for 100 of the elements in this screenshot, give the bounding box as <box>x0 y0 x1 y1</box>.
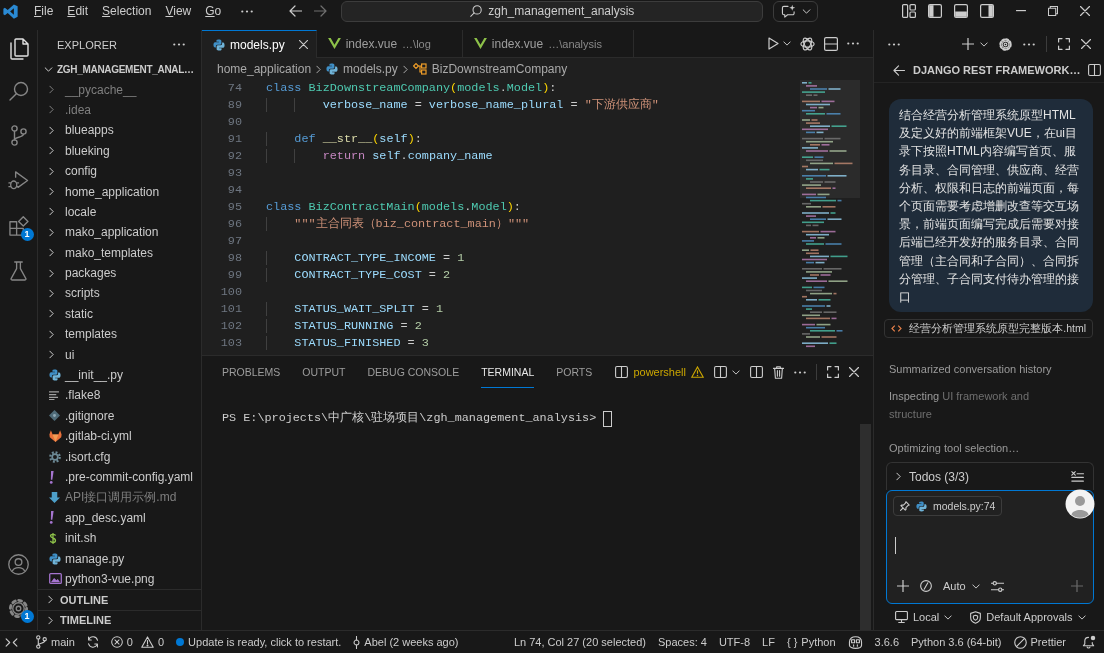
account-icon[interactable] <box>8 553 29 575</box>
folder-tree-item[interactable]: static <box>38 303 201 325</box>
split-pane-icon[interactable] <box>1088 64 1102 76</box>
status-item[interactable]: Python 3.6 (64-bit) <box>911 636 1002 648</box>
status-item[interactable]: Spaces: 4 <box>657 636 707 648</box>
menu-item[interactable]: Edit <box>60 1 96 21</box>
back-arrow-icon[interactable] <box>893 64 905 76</box>
extensions-icon[interactable] <box>8 215 29 236</box>
location-dropdown[interactable]: Local <box>895 611 953 623</box>
section-header[interactable]: OUTLINE <box>38 589 201 610</box>
folder-tree-item[interactable]: home_application <box>38 181 201 202</box>
status-item[interactable]: Ln 74, Col 27 (20 selected) <box>513 636 646 648</box>
restore-icon[interactable] <box>1048 6 1058 16</box>
close-icon[interactable] <box>849 367 859 377</box>
file-tree-item[interactable]: .isort.cfg <box>38 446 201 467</box>
menu-item[interactable]: Selection <box>95 1 159 21</box>
settings-icon[interactable] <box>8 597 29 619</box>
panel-tab[interactable]: PORTS <box>556 356 593 388</box>
breadcrumb-item[interactable]: BizDownstreamCompany <box>412 62 568 76</box>
minimize-icon[interactable] <box>1016 10 1026 12</box>
robot-face-icon[interactable] <box>847 635 863 649</box>
more-icon[interactable] <box>173 43 185 46</box>
breadcrumb-item[interactable]: home_application <box>217 62 312 76</box>
folder-tree-item[interactable]: templates <box>38 324 201 345</box>
split-editor-icon[interactable] <box>824 36 838 51</box>
trash-icon[interactable] <box>773 365 784 379</box>
blame-status[interactable]: Abel (2 weeks ago) <box>353 635 459 649</box>
maximize-icon[interactable] <box>1058 38 1070 50</box>
search-bar[interactable]: zgh_management_analysis <box>341 0 764 22</box>
folder-tree-item[interactable]: config <box>38 160 201 182</box>
editor-tab[interactable]: index.vue …\analysis <box>462 30 634 57</box>
caret-icon[interactable] <box>783 41 791 46</box>
folder-tree-item[interactable]: __pycache__ <box>38 79 201 100</box>
more-icon[interactable] <box>241 9 254 13</box>
folder-tree-item[interactable]: blueapps <box>38 120 201 141</box>
status-item[interactable]: LF <box>762 636 775 648</box>
approvals-dropdown[interactable]: Default Approvals <box>970 610 1086 624</box>
forward-arrow-icon[interactable] <box>314 5 328 17</box>
menu-item[interactable]: View <box>158 1 199 21</box>
search-icon[interactable] <box>8 80 29 101</box>
formatter-status[interactable]: Prettier <box>1013 635 1066 649</box>
atom-icon[interactable] <box>800 36 815 51</box>
split-pane-icon[interactable] <box>750 366 763 378</box>
folder-tree-item[interactable]: locale <box>38 201 201 223</box>
file-tree-item[interactable]: manage.py <box>38 548 201 569</box>
remote-indicator-icon[interactable] <box>5 637 18 647</box>
file-tree-item[interactable]: python3-vue.png <box>38 568 201 590</box>
editor-tab[interactable]: index.vue …\log <box>316 30 463 57</box>
folder-tree-item[interactable]: mako_application <box>38 222 201 243</box>
caret-icon[interactable] <box>980 41 988 47</box>
back-arrow-icon[interactable] <box>289 5 303 17</box>
folder-tree-item[interactable]: scripts <box>38 283 201 304</box>
file-tree-item[interactable]: init.sh <box>38 528 201 549</box>
circle-slash-icon[interactable] <box>920 580 932 592</box>
more-icon[interactable] <box>888 42 900 46</box>
file-tree-item[interactable]: .gitignore <box>38 405 201 427</box>
folder-tree-item[interactable]: .idea <box>38 99 201 121</box>
more-icon[interactable] <box>794 370 806 374</box>
file-tree-item[interactable]: .pre-commit-config.yaml <box>38 466 201 488</box>
flask-icon[interactable] <box>10 260 27 281</box>
clear-list-icon[interactable] <box>1071 471 1084 482</box>
layout-grid-icon[interactable] <box>902 4 916 18</box>
more-icon[interactable] <box>1023 42 1035 46</box>
sync-icon[interactable] <box>86 636 99 648</box>
file-tree-item[interactable]: app_desc.yaml <box>38 507 201 528</box>
settings-icon[interactable] <box>999 37 1012 51</box>
branch-status[interactable]: main <box>36 635 75 649</box>
chat-menu-button[interactable] <box>773 0 819 22</box>
menu-item[interactable]: File <box>27 1 61 21</box>
run-icon[interactable] <box>768 37 779 50</box>
folder-tree-item[interactable]: mako_templates <box>38 242 201 263</box>
context-chip[interactable]: models.py:74 <box>893 496 1003 516</box>
attachment-chip[interactable]: 经营分析管理系统原型完整版本.html <box>884 319 1093 339</box>
panel-tab[interactable]: OUTPUT <box>302 356 346 388</box>
folder-tree-item[interactable]: ui <box>38 344 201 365</box>
file-tree-item[interactable]: .flake8 <box>38 385 201 406</box>
split-pane-icon[interactable] <box>714 366 727 378</box>
close-icon[interactable] <box>1080 6 1090 16</box>
sidebar-toggle-icon[interactable] <box>928 4 942 18</box>
shell-selector[interactable]: powershell <box>615 366 704 378</box>
secondary-sidebar-toggle-icon[interactable] <box>980 4 994 18</box>
caret-icon[interactable] <box>732 369 740 375</box>
close-icon[interactable] <box>1081 39 1091 49</box>
problems-status[interactable]: 0 0 <box>110 636 165 648</box>
file-tree-item[interactable]: __init__.py <box>38 364 201 386</box>
breadcrumb-item[interactable]: models.py <box>326 62 398 76</box>
files-icon[interactable] <box>8 38 29 60</box>
mode-dropdown[interactable]: Auto <box>943 580 980 592</box>
panel-tab[interactable]: PROBLEMS <box>222 356 281 388</box>
more-icon[interactable] <box>847 42 859 45</box>
run-debug-icon[interactable] <box>8 170 29 191</box>
bell-icon[interactable] <box>1082 635 1096 649</box>
folder-tree-item[interactable]: ZGH_MANAGEMENT_ANAL… <box>38 59 201 80</box>
source-control-icon[interactable] <box>10 125 27 146</box>
panel-toggle-icon[interactable] <box>954 4 968 18</box>
close-icon[interactable] <box>298 40 308 49</box>
file-tree-item[interactable]: .gitlab-ci.yml <box>38 426 201 447</box>
folder-tree-item[interactable]: packages <box>38 262 201 284</box>
update-status[interactable]: Update is ready, click to restart. <box>176 636 342 648</box>
panel-tab[interactable]: DEBUG CONSOLE <box>367 356 460 388</box>
